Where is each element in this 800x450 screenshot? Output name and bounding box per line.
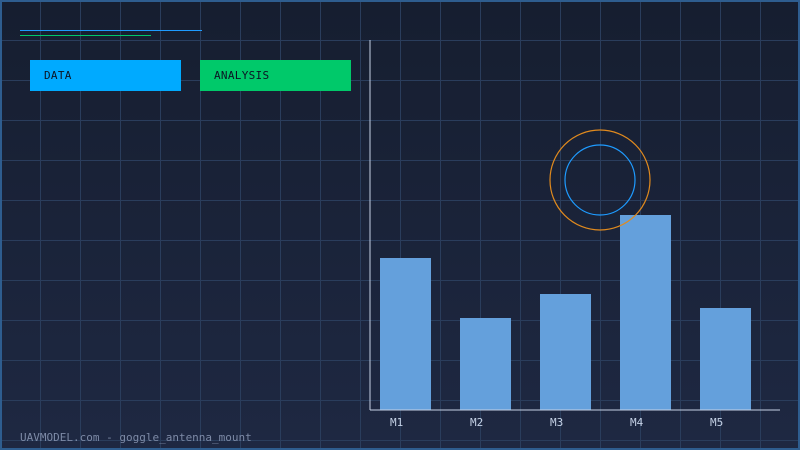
chart-panel: DATA ANALYSIS M1 M2 M3 M4 M5 UAVMODEL.com - … — [0, 0, 800, 450]
x-tick-label-m2: M2 — [470, 416, 483, 429]
bars-group — [380, 215, 751, 410]
bar-m2 — [460, 318, 511, 410]
x-tick-label-m4: M4 — [630, 416, 644, 429]
target-ring-inner — [564, 144, 636, 216]
x-tick-label-m5: M5 — [710, 416, 723, 429]
bar-m1 — [380, 258, 431, 410]
x-tick-label-m3: M3 — [550, 416, 563, 429]
bar-m5 — [700, 308, 751, 410]
bar-chart: M1 M2 M3 M4 M5 — [369, 40, 780, 429]
bar-m4 — [620, 215, 671, 410]
x-tick-label-m1: M1 — [390, 416, 403, 429]
bar-m3 — [540, 294, 591, 410]
footer-caption: UAVMODEL.com - goggle_antenna_mount — [20, 431, 252, 444]
x-tick-labels: M1 M2 M3 M4 M5 — [390, 416, 723, 429]
